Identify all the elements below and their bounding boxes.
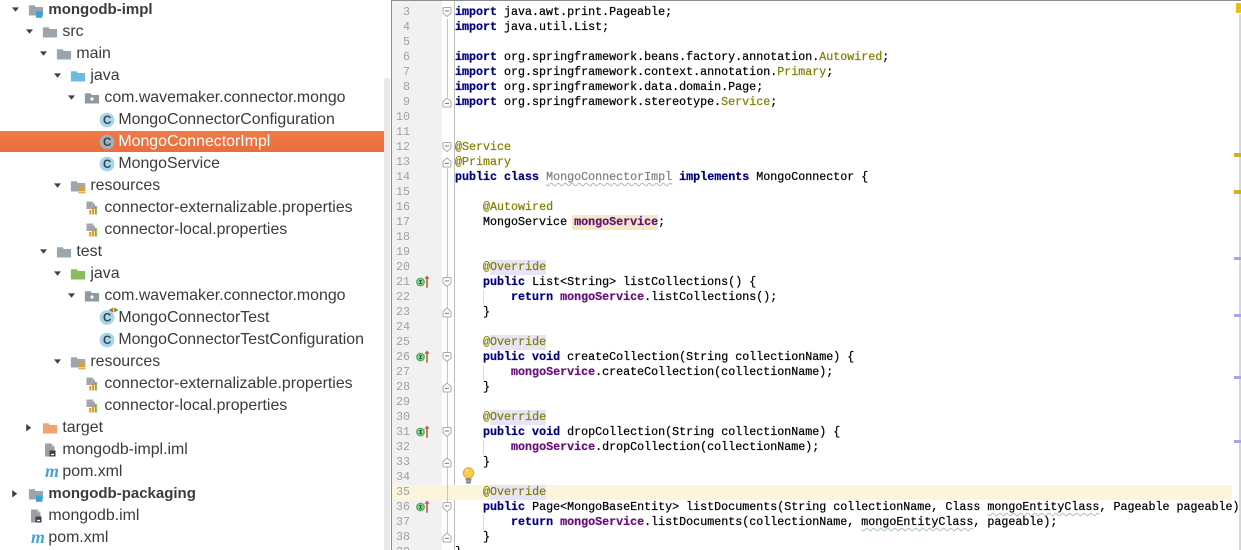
svg-text:m: m [31, 529, 45, 547]
svg-text:C: C [103, 335, 111, 347]
svg-text:C: C [103, 115, 111, 127]
svg-text:C: C [103, 159, 111, 171]
svg-text:m: m [45, 463, 59, 481]
svg-text:C: C [103, 313, 111, 325]
svg-text:C: C [103, 137, 111, 149]
